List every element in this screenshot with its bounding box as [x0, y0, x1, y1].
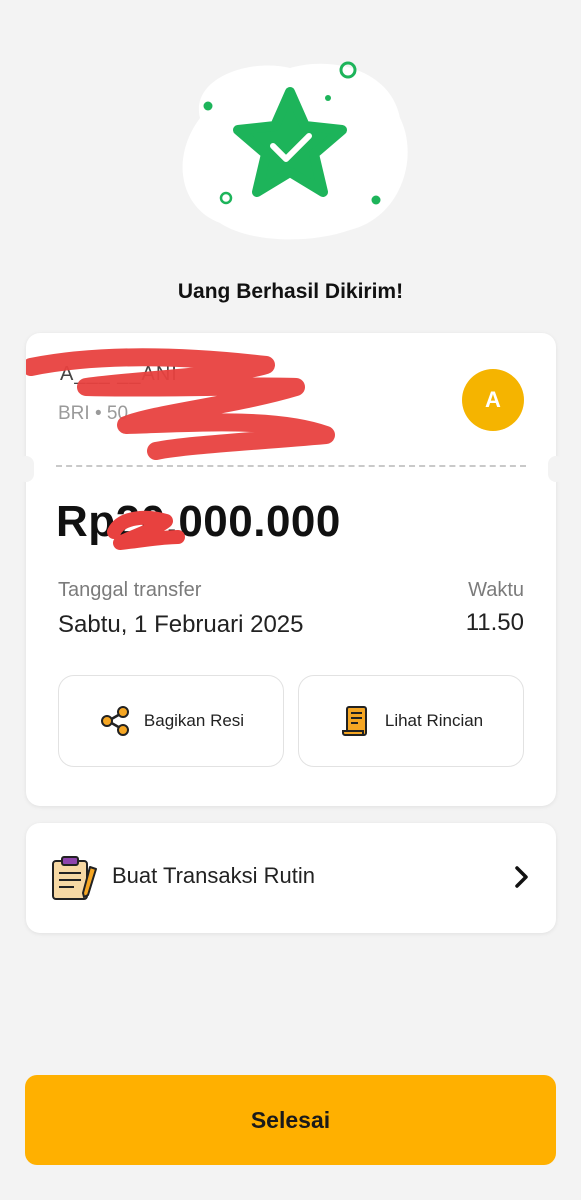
card-notch-right	[548, 456, 564, 482]
card-notch-left	[18, 456, 34, 482]
recipient-bank: BRI • 50	[58, 403, 129, 424]
view-details-button[interactable]: Lihat Rincian	[298, 675, 524, 767]
recipient-avatar: A	[462, 369, 524, 431]
star-check-icon	[182, 61, 408, 240]
share-receipt-button[interactable]: Bagikan Resi	[58, 675, 284, 767]
view-details-label: Lihat Rincian	[384, 711, 484, 730]
receipt-icon	[341, 706, 367, 736]
share-icon	[100, 706, 129, 736]
transfer-date-label: Tanggal transfer	[58, 579, 202, 601]
success-illustration	[160, 48, 420, 248]
dashed-divider	[56, 465, 526, 467]
done-button[interactable]: Selesai	[25, 1075, 556, 1165]
transfer-time-value: 11.50	[465, 609, 524, 636]
share-receipt-label: Bagikan Resi	[143, 711, 245, 730]
chevron-right-icon	[515, 866, 528, 888]
transfer-date-value: Sabtu, 1 Februari 2025	[58, 611, 304, 638]
create-routine-transaction[interactable]: Buat Transaksi Rutin	[26, 823, 556, 933]
transfer-amount: Rp20.000.000	[56, 497, 341, 546]
transfer-time-label: Waktu	[468, 579, 524, 601]
receipt-card: A___ __ANI BRI • 50 A Rp20.000.000 Tangg…	[18, 333, 564, 806]
page-title: Uang Berhasil Dikirim!	[177, 280, 404, 303]
recipient-name: A___ __ANI	[60, 363, 178, 385]
create-routine-label: Buat Transaksi Rutin	[112, 863, 315, 888]
clipboard-icon	[52, 856, 97, 900]
